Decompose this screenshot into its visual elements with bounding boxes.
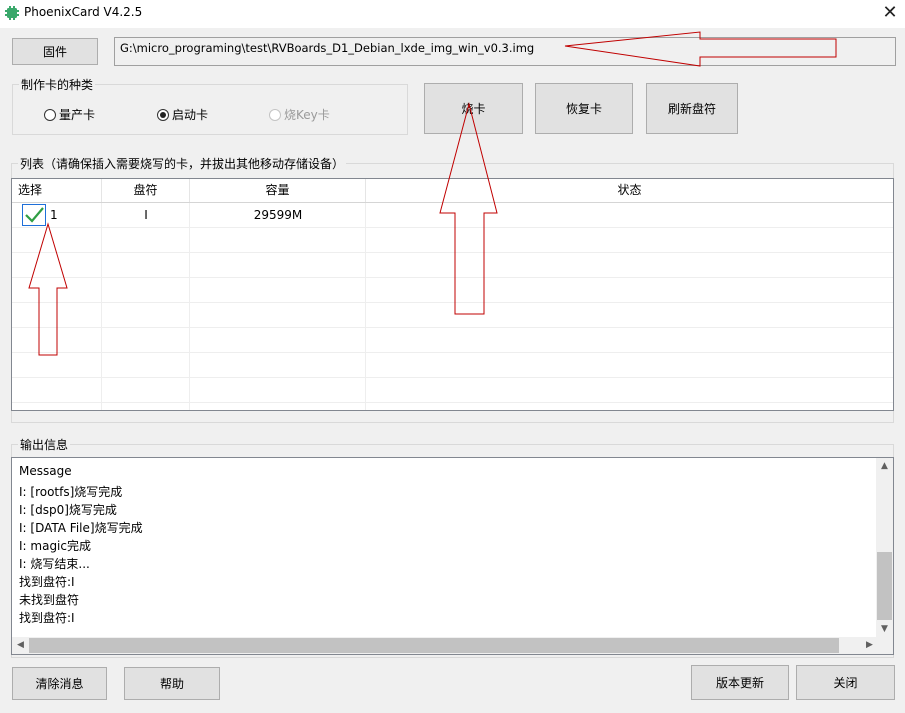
window-title: PhoenixCard V4.2.5 [24,5,143,19]
log-line: I: 烧写结束... [19,557,90,571]
scroll-up-icon[interactable]: ▲ [876,458,893,475]
column-divider [101,203,102,410]
restore-card-button[interactable]: 恢复卡 [535,83,633,134]
horizontal-scroll-thumb[interactable] [29,638,839,653]
radio-label: 量产卡 [59,108,96,122]
log-line: 找到盘符:I [19,575,75,589]
radio-mass-production[interactable]: 量产卡 [44,106,95,123]
firmware-path-field[interactable]: G:\micro_programing\test\RVBoards_D1_Deb… [114,37,896,66]
row-capacity: 29599M [253,208,303,222]
radio-key-card: 烧Key卡 [269,106,330,123]
row-status [366,203,893,227]
vertical-scrollbar[interactable]: ▲ ▼ [876,458,893,638]
table-row[interactable]: 1 I 29599M [12,203,893,228]
col-status[interactable]: 状态 [366,179,893,202]
vertical-scroll-thumb[interactable] [877,552,892,620]
log-line: 未找到盘符 [19,593,80,607]
table-row [12,303,893,328]
col-capacity[interactable]: 容量 [190,179,366,202]
table-row [12,278,893,303]
row-checkbox[interactable] [22,204,46,226]
row-drive: I [144,208,148,222]
check-icon [25,207,44,223]
scroll-down-icon[interactable]: ▼ [876,621,893,638]
title-bar: PhoenixCard V4.2.5 ✕ [0,0,905,28]
radio-label: 烧Key卡 [284,108,330,122]
column-divider [365,203,366,410]
green-chip-icon [5,6,19,20]
firmware-button[interactable]: 固件 [12,38,98,65]
clear-messages-button[interactable]: 清除消息 [12,667,107,700]
radio-label: 启动卡 [172,108,209,122]
close-button[interactable]: 关闭 [796,665,895,700]
radio-selected-icon [157,108,169,121]
table-row [12,253,893,278]
radio-icon [269,108,281,121]
log-line: I: [DATA File]烧写完成 [19,521,143,535]
column-divider [189,203,190,410]
col-drive[interactable]: 盘符 [102,179,190,202]
card-type-title: 制作卡的种类 [21,78,94,92]
log-line: Message [19,464,72,478]
card-table: 选择 盘符 容量 状态 1 I 29599M [11,178,894,411]
log-line: 找到盘符:I [19,611,75,625]
col-select[interactable]: 选择 [12,179,102,202]
scroll-corner [876,637,893,654]
table-row [12,353,893,378]
horizontal-scrollbar[interactable]: ◀ ▶ [12,637,878,654]
log-line: I: [dsp0]烧写完成 [19,503,117,517]
table-row [12,228,893,253]
close-icon[interactable]: ✕ [878,2,902,24]
burn-card-button[interactable]: 烧卡 [424,83,523,134]
table-row [12,378,893,403]
radio-icon [44,108,56,121]
table-header: 选择 盘符 容量 状态 [12,179,893,203]
output-log[interactable]: Message I: [rootfs]烧写完成 I: [dsp0]烧写完成 I:… [11,457,894,655]
output-title: 输出信息 [20,438,69,452]
refresh-drive-button[interactable]: 刷新盘符 [646,83,738,134]
help-button[interactable]: 帮助 [124,667,220,700]
card-list-title: 列表（请确保插入需要烧写的卡，并拔出其他移动存储设备） [20,157,345,171]
table-row [12,328,893,353]
version-update-button[interactable]: 版本更新 [691,665,789,700]
row-index: 1 [50,208,58,222]
log-line: I: magic完成 [19,539,91,553]
message-area[interactable]: Message I: [rootfs]烧写完成 I: [dsp0]烧写完成 I:… [12,458,878,638]
log-line: I: [rootfs]烧写完成 [19,485,123,499]
scroll-left-icon[interactable]: ◀ [12,637,29,654]
radio-boot-card[interactable]: 启动卡 [157,106,208,123]
